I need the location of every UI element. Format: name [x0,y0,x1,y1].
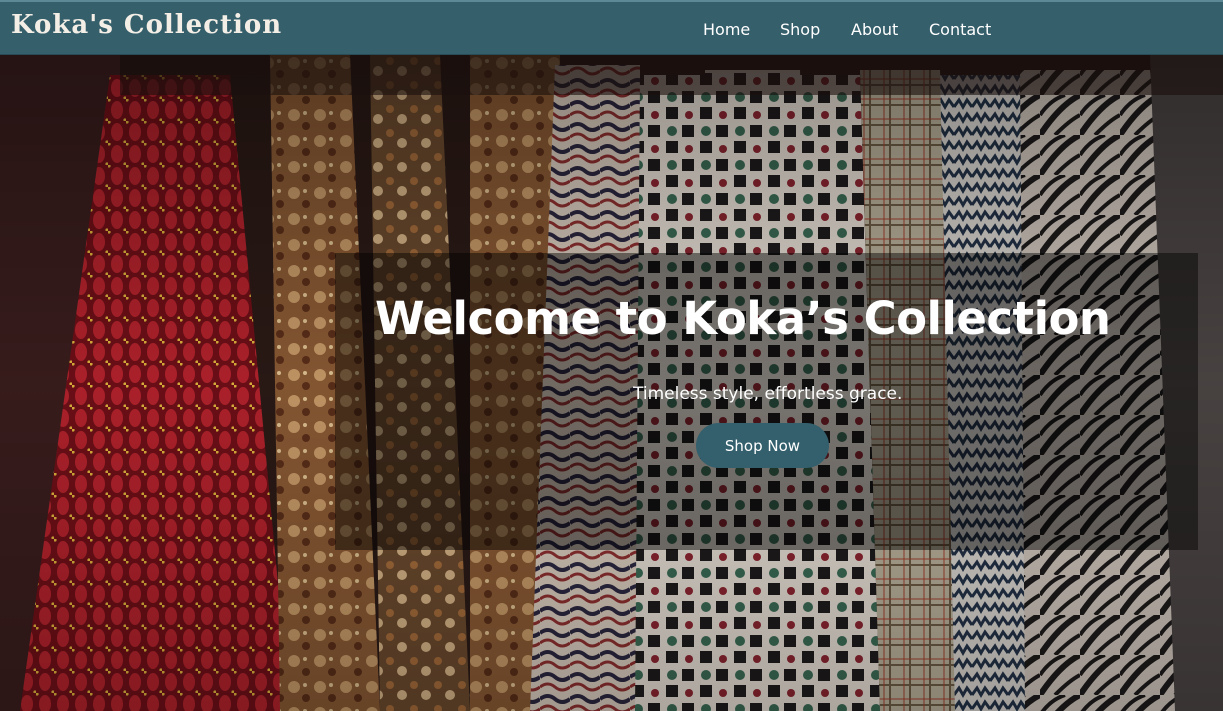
nav-link-home[interactable]: Home [703,20,750,39]
nav-link-about[interactable]: About [851,20,898,39]
shop-now-button[interactable]: Shop Now [696,423,829,468]
site-header: Koka's Collection Home Shop About Contac… [0,0,1223,55]
nav-link-contact[interactable]: Contact [929,20,991,39]
hero-tagline: Timeless style, effortless grace. [633,384,903,404]
page: Koka's Collection Home Shop About Contac… [0,0,1223,711]
nav-link-shop[interactable]: Shop [780,20,820,39]
hero-section [0,55,1223,711]
hero-title: Welcome to Koka’s Collection [375,292,1111,345]
site-logo[interactable]: Koka's Collection [11,10,282,40]
